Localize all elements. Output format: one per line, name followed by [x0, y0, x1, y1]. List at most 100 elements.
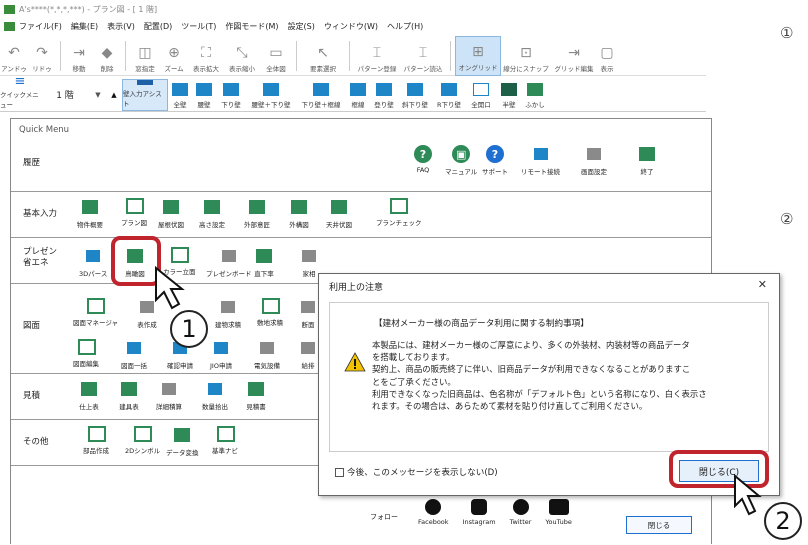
zoom-button[interactable]: ⊕ ズーム	[160, 36, 188, 76]
app-menu-icon[interactable]	[4, 21, 15, 31]
manual-button[interactable]: ▣ マニュアル	[445, 145, 477, 176]
ceiling-plan-button[interactable]: 天井伏図	[326, 198, 352, 229]
menu-file[interactable]: ファイル(F)	[19, 21, 62, 32]
zoom-in-button[interactable]: ⛶ 表示拡大	[188, 36, 224, 76]
property-icon	[80, 198, 100, 216]
quickmenu-button[interactable]: ≡ クイックメニュー	[0, 74, 40, 111]
plumbing-button[interactable]: 給排	[298, 339, 318, 370]
display-button[interactable]: ▢ 表示	[597, 36, 617, 76]
screen-settings-button[interactable]: 画面設定	[581, 145, 607, 176]
close-icon[interactable]: ✕	[758, 278, 767, 291]
select-element-button[interactable]: ↖ 要素選択	[301, 36, 345, 76]
plan-button[interactable]: プラン図	[121, 198, 147, 227]
wall-fukashi-button[interactable]: ふかし	[522, 79, 548, 111]
menu-help[interactable]: ヘルプ(H)	[387, 21, 423, 32]
quote-button[interactable]: 見積書	[246, 380, 266, 411]
pattern-register-button[interactable]: ⌶ パターン登録	[354, 36, 400, 76]
on-grid-toggle[interactable]: ⊞ オングリッド	[455, 36, 501, 76]
perspective-icon	[83, 247, 104, 265]
fitting-table-button[interactable]: 建具表	[119, 380, 139, 411]
wall-waist-drop-button[interactable]: 腰壁＋下り壁	[246, 79, 296, 111]
wall-r-drop-button[interactable]: R下り壁	[432, 79, 466, 111]
floor-up-icon[interactable]: ▲	[106, 91, 122, 99]
menu-edit[interactable]: 編集(E)	[71, 21, 98, 32]
3d-perspective-button[interactable]: 3Dパース	[79, 247, 107, 278]
youtube-link[interactable]: YouTube	[545, 499, 572, 526]
quote-icon	[246, 380, 266, 398]
redo-button[interactable]: ↷ リドゥ	[28, 36, 56, 76]
window-select-button[interactable]: ◫ 窓指定	[130, 36, 160, 76]
data-convert-button[interactable]: データ変換	[166, 426, 199, 457]
grid-edit-button[interactable]: ⇥ グリッド編集	[551, 36, 597, 76]
row-label-estimate: 見積	[23, 391, 41, 401]
dialog-heading: 【建材メーカー様の商品データ利用に関する制約事項】	[374, 319, 589, 329]
direct-below-rate-button[interactable]: 直下率	[254, 247, 274, 278]
menu-tools[interactable]: ツール(T)	[181, 21, 216, 32]
building-area-button[interactable]: 建物求積	[215, 298, 241, 329]
twitter-link[interactable]: Twitter	[510, 499, 531, 526]
property-outline-button[interactable]: 物件概要	[77, 198, 103, 229]
pattern-load-button[interactable]: ⌶ パターン読込	[400, 36, 446, 76]
wall-open-button[interactable]: 全開口	[466, 79, 496, 111]
wall-drop-button[interactable]: 下り壁	[216, 79, 246, 111]
roof-plan-button[interactable]: 屋根伏図	[158, 198, 184, 229]
plan-check-button[interactable]: プランチェック	[376, 198, 422, 227]
jio-icon	[210, 339, 231, 357]
floor-down-icon[interactable]: ▼	[90, 91, 106, 99]
floor-selector[interactable]: 1 階	[40, 88, 90, 101]
checkbox-box[interactable]	[335, 467, 344, 477]
zoom-out-button[interactable]: ⤡ 表示縮小	[224, 36, 260, 76]
delete-button[interactable]: ◆ 削除	[93, 36, 121, 76]
quantity-takeoff-button[interactable]: 数量拾出	[202, 380, 228, 411]
drawing-batch-button[interactable]: 図面一括	[121, 339, 147, 370]
wall-half-button[interactable]: 半壁	[496, 79, 522, 111]
wall-rise-button[interactable]: 登り壁	[370, 79, 398, 111]
menu-settings[interactable]: 設定(S)	[288, 21, 315, 32]
wall-input-assist-button[interactable]: 壁入力アシスト	[122, 78, 168, 111]
instagram-link[interactable]: Instagram	[463, 499, 496, 526]
support-button[interactable]: ? サポート	[482, 145, 508, 176]
undo-button[interactable]: ↶ アンドゥ	[0, 36, 28, 76]
wall-full-button[interactable]: 全壁	[168, 79, 192, 111]
detailed-estimate-button[interactable]: 詳細積算	[156, 380, 182, 411]
landscape-button[interactable]: 外構図	[289, 198, 309, 229]
dont-show-checkbox[interactable]: 今後、このメッセージを表示しない(D)	[335, 466, 498, 478]
menu-draw-mode[interactable]: 作図モード(M)	[225, 21, 278, 32]
dialog-line: 契約上、商品の販売終了に伴い、旧商品データが利用できなくなることがありますこ	[372, 364, 691, 375]
fit-all-button[interactable]: ▭ 全体図	[260, 36, 292, 76]
site-area-button[interactable]: 敷地求積	[257, 298, 283, 327]
frame-line-button[interactable]: 框線	[346, 79, 370, 111]
wall-waist-button[interactable]: 腰壁	[192, 79, 216, 111]
section-button[interactable]: 断面	[298, 298, 318, 329]
standard-navi-button[interactable]: 基準ナビ	[212, 426, 238, 455]
snap-line-toggle[interactable]: ⊡ 線分にスナップ	[501, 36, 551, 76]
presentation-board-button[interactable]: プレゼンボード	[206, 247, 252, 278]
row-label-other: その他	[23, 437, 49, 447]
2d-symbol-button[interactable]: 2Dシンボル	[125, 426, 160, 455]
main-toolbar: ↶ アンドゥ ↷ リドゥ ⇥ 移動 ◆ 削除 ◫ 窓指定 ⊕ ズーム ⛶ 表示拡大 ⤡ 表示縮小…	[0, 36, 706, 76]
dialog-body: 本製品には、建材メーカー様のご厚意により、多くの外装材、内装材等の商品データ を…	[372, 339, 770, 412]
display-icon: ▢	[600, 45, 614, 61]
electrical-button[interactable]: 電気設備	[254, 339, 280, 370]
jio-application-button[interactable]: JIO申請	[210, 339, 232, 370]
quickmenu-close-button[interactable]: 閉じる	[626, 516, 692, 534]
drawing-manager-button[interactable]: 図面マネージャ	[73, 298, 118, 327]
landscape-icon	[289, 198, 309, 216]
menu-view[interactable]: 表示(V)	[107, 21, 135, 32]
kaso-button[interactable]: 家相	[299, 247, 319, 278]
height-settings-button[interactable]: 高さ設定	[199, 198, 225, 229]
faq-button[interactable]: ? FAQ	[414, 145, 432, 174]
menu-place[interactable]: 配置(D)	[144, 21, 172, 32]
facebook-link[interactable]: Facebook	[418, 499, 449, 526]
drawing-edit-button[interactable]: 図面編集	[73, 339, 99, 368]
remote-connect-button[interactable]: リモート接続	[521, 145, 560, 176]
part-create-button[interactable]: 部品作成	[83, 426, 109, 455]
menu-window[interactable]: ウィンドウ(W)	[324, 21, 378, 32]
finish-table-button[interactable]: 仕上表	[79, 380, 99, 411]
wall-slant-drop-button[interactable]: 斜下り壁	[398, 79, 432, 111]
wall-drop-frame-button[interactable]: 下り壁＋框線	[296, 79, 346, 111]
pattern-load-icon: ⌶	[418, 45, 428, 61]
exit-button[interactable]: 終了	[637, 145, 657, 176]
move-button[interactable]: ⇥ 移動	[65, 36, 93, 76]
exterior-design-button[interactable]: 外部意匠	[244, 198, 270, 229]
